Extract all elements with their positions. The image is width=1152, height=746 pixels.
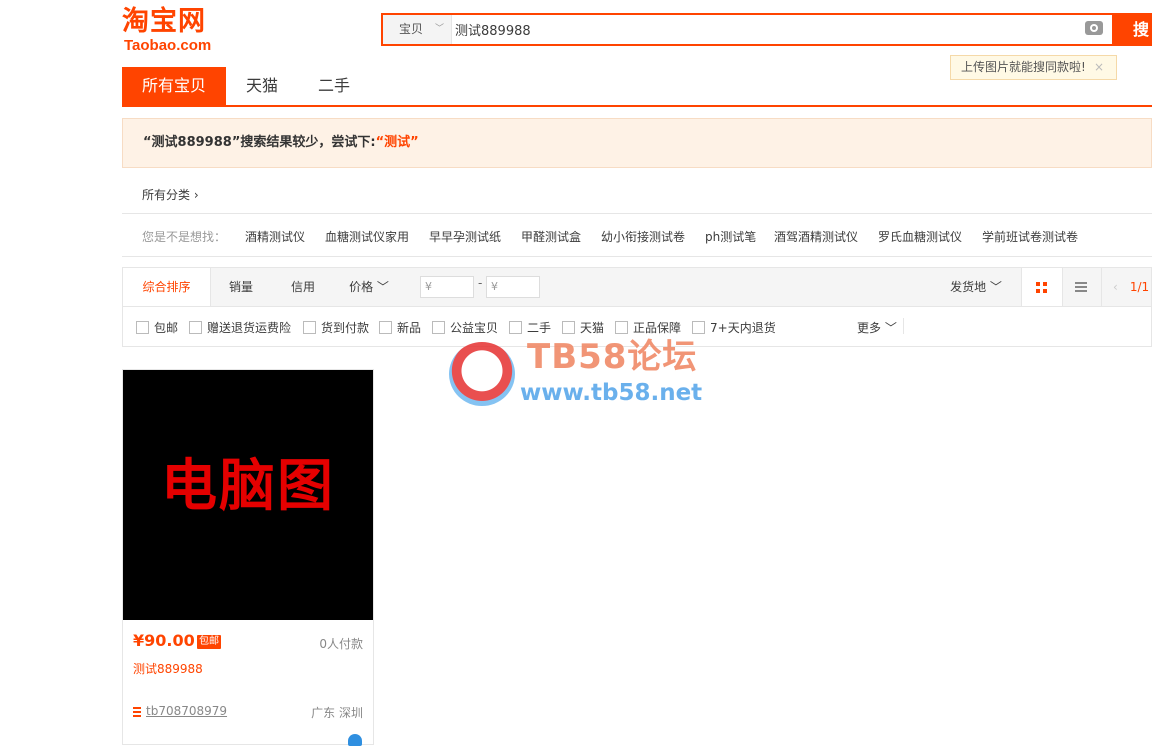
watermark-url: www.tb58.net [520,380,703,406]
filter-checkbox[interactable]: 包邮 [136,319,178,336]
product-location: 广东 深圳 [311,706,363,720]
taobao-logo[interactable]: 淘宝网 [122,6,206,38]
shop-name-link[interactable]: tb708708979 [146,704,227,718]
divider [903,318,904,334]
watermark-title: TB58论坛 [527,337,698,377]
product-image[interactable]: 电脑图 [123,370,373,620]
filter-label: 正品保障 [633,321,682,335]
filter-checkbox[interactable]: 二手 [509,319,551,336]
filter-checkbox[interactable]: 货到付款 [303,319,369,336]
more-label: 更多 [857,321,882,335]
related-searches: 您是不是想找： 酒精测试仪 血糖测试仪家用 早早孕测试纸 甲醛测试盒 幼小衔接测… [122,213,1152,257]
grid-view-icon[interactable] [1021,268,1063,306]
related-item[interactable]: 幼小衔接测试卷 [601,228,685,245]
product-card[interactable]: 电脑图 ¥90.00 包邮 0人付款 测试889988 tb708708979 … [122,369,374,746]
breadcrumb-all-categories[interactable]: 所有分类 [142,188,190,202]
checkbox-icon[interactable] [432,321,445,334]
filter-checkbox[interactable]: 新品 [379,319,421,336]
checkbox-icon[interactable] [379,321,392,334]
filter-checkbox[interactable]: 天猫 [562,319,604,336]
filter-label: 7+天内退货 [710,321,776,335]
price-max-input[interactable]: ¥ [486,276,540,298]
filter-checkbox[interactable]: 正品保障 [615,319,681,336]
chevron-down-icon: ﹀ [373,280,389,294]
sort-sales[interactable]: 销量 [210,268,272,306]
related-item[interactable]: 酒驾酒精测试仪 [774,228,858,245]
filter-checkbox[interactable]: 赠送退货运费险 [189,319,291,336]
checkbox-icon[interactable] [615,321,628,334]
product-price: ¥90.00 [133,631,195,650]
filter-label: 公益宝贝 [450,321,499,335]
related-item[interactable]: ph测试笔 [705,228,756,245]
filter-label: 二手 [527,321,552,335]
search-button[interactable]: 搜 [1112,13,1152,46]
taobao-logo-en[interactable]: Taobao.com [124,37,211,55]
sort-price-label: 价格 [349,280,374,294]
search-scope-select[interactable]: 宝贝 ﹀ [383,15,452,44]
pager: ‹ 1/1 [1113,268,1149,306]
product-sales: 0人付款 [319,637,363,651]
product-title-link[interactable]: 测试889988 [133,660,203,677]
ship-from-label: 发货地 [950,280,987,294]
filter-label: 包邮 [154,321,179,335]
tab-all-items[interactable]: 所有宝贝 [122,67,226,105]
filter-label: 赠送退货运费险 [207,321,292,335]
search-input[interactable] [455,15,1075,44]
tab-tmall[interactable]: 天猫 [226,67,298,105]
few-results-notice: “测试889988”搜索结果较少，尝试下:“测试” [122,118,1152,168]
free-shipping-badge: 包邮 [197,635,221,649]
chevron-down-icon: ﹀ [435,24,445,34]
camera-icon[interactable] [1085,21,1103,35]
related-item[interactable]: 甲醛测试盒 [521,228,581,245]
prev-page-icon[interactable]: ‹ [1113,280,1118,294]
filter-label: 货到付款 [321,321,370,335]
notice-text: “测试889988”搜索结果较少，尝试下: [143,135,376,150]
watermark-logo [449,342,515,406]
chevron-right-icon: › [193,188,199,202]
related-item[interactable]: 血糖测试仪家用 [325,228,409,245]
list-view-icon[interactable] [1061,268,1102,306]
checkbox-icon[interactable] [509,321,522,334]
price-min-input[interactable]: ¥ [420,276,474,298]
product-image-text: 电脑图 [161,454,335,519]
chevron-down-icon: ﹀ [986,280,1002,294]
checkbox-icon[interactable] [562,321,575,334]
tab-secondhand[interactable]: 二手 [298,67,370,105]
more-filters-button[interactable]: 更多 ﹀ [857,319,897,336]
notice-suggestion-link[interactable]: “测试” [376,135,419,150]
search-tabs: 所有宝贝 天猫 二手 [122,67,1152,107]
checkbox-icon[interactable] [189,321,202,334]
sort-credit[interactable]: 信用 [272,268,334,306]
shop-icon [133,707,141,717]
filter-checkbox[interactable]: 7+天内退货 [692,319,776,336]
breadcrumb[interactable]: 所有分类 › [142,186,199,203]
related-lead: 您是不是想找： [142,230,227,244]
related-item[interactable]: 学前班试卷测试卷 [982,228,1078,245]
search-scope-label: 宝贝 [399,22,424,36]
related-item[interactable]: 罗氏血糖测试仪 [878,228,962,245]
ship-from-dropdown[interactable]: 发货地 ﹀ [941,268,1011,306]
sort-price[interactable]: 价格 ﹀ [344,268,394,306]
page-indicator: 1/1 [1129,280,1150,294]
filter-checkbox[interactable]: 公益宝贝 [432,319,498,336]
related-item[interactable]: 酒精测试仪 [245,228,305,245]
filter-label: 天猫 [580,321,605,335]
sort-bar: 综合排序 销量 信用 价格 ﹀ ¥ - ¥ 发货地 ﹀ ‹ 1/1 [122,267,1152,307]
related-item[interactable]: 早早孕测试纸 [429,228,501,245]
wangwang-chat-icon[interactable] [348,734,362,746]
filter-label: 新品 [397,321,422,335]
chevron-down-icon: ﹀ [881,321,897,335]
checkbox-icon[interactable] [692,321,705,334]
search-bar: 宝贝 ﹀ [381,13,1114,46]
sort-default[interactable]: 综合排序 [123,268,211,306]
checkbox-icon[interactable] [303,321,316,334]
price-range-dash: - [478,276,483,290]
checkbox-icon[interactable] [136,321,149,334]
